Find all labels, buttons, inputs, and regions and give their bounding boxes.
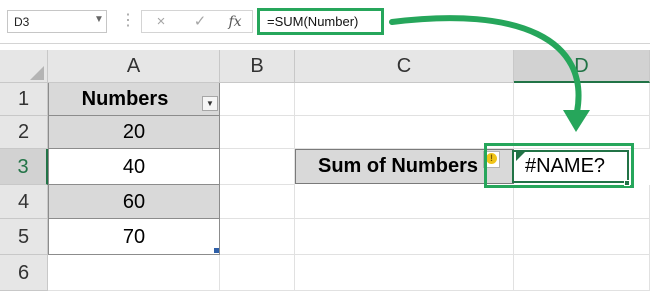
cell-c5[interactable] [295,219,514,255]
formula-text[interactable]: =SUM(Number) [257,8,384,35]
cell-d1[interactable] [514,83,650,116]
chevron-down-icon[interactable]: ▼ [92,13,106,27]
cell-b2[interactable] [220,116,295,149]
cell-b1[interactable] [220,83,295,116]
row-header-6[interactable]: 6 [0,255,48,291]
cell-d4[interactable] [514,185,650,219]
select-all-icon [30,66,44,80]
cell-d6[interactable] [514,255,650,291]
cell-c6[interactable] [295,255,514,291]
fill-handle[interactable] [624,180,630,186]
table-cell[interactable]: 40 [48,149,220,185]
insert-function-icon[interactable]: fx [225,12,245,32]
table-cell[interactable]: 60 [48,185,220,219]
column-header-b[interactable]: B [220,50,295,83]
cell-b5[interactable] [220,219,295,255]
enter-icon[interactable]: ✓ [190,12,210,32]
cell-c4[interactable] [295,185,514,219]
cell-d5[interactable] [514,219,650,255]
sum-label-cell[interactable]: Sum of Numbers [295,149,514,184]
cell-c2[interactable] [295,116,514,149]
table-cell[interactable]: 20 [48,116,220,149]
table-cell[interactable]: 70 [48,219,220,255]
cancel-icon[interactable]: × [151,12,171,32]
row-header-1[interactable]: 1 [0,83,48,116]
cell-b3[interactable] [220,149,295,185]
row-header-2[interactable]: 2 [0,116,48,149]
column-header-c[interactable]: C [295,50,514,83]
table-header[interactable]: Numbers [48,83,220,116]
column-header-d[interactable]: D [514,50,650,83]
separator-icon: ⋮ [120,12,136,29]
table-resize-handle[interactable] [214,248,219,253]
row-header-3[interactable]: 3 [0,149,48,185]
cell-c1[interactable] [295,83,514,116]
filter-dropdown-icon[interactable]: ▼ [202,96,218,111]
cell-b6[interactable] [220,255,295,291]
row-header-5[interactable]: 5 [0,219,48,255]
highlight-box [484,143,634,188]
column-header-a[interactable]: A [48,50,220,83]
cell-b4[interactable] [220,185,295,219]
cell-a6[interactable] [48,255,220,291]
row-header-4[interactable]: 4 [0,185,48,219]
